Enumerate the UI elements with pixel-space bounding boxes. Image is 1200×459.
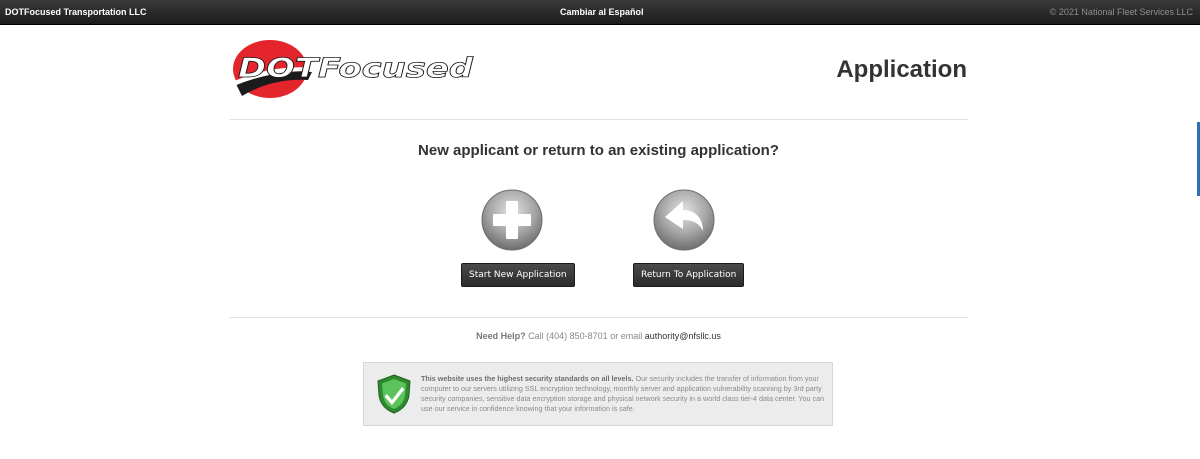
content-divider bbox=[229, 317, 968, 318]
language-toggle-link[interactable]: Cambiar al Español bbox=[560, 0, 644, 24]
help-contact-text: Call (404) 850-8701 or email bbox=[528, 331, 643, 341]
plus-circle-icon[interactable] bbox=[481, 189, 543, 251]
dotfocused-logo: DOTFocused bbox=[232, 40, 474, 98]
page-title: Application bbox=[836, 56, 967, 83]
security-notice: This website uses the highest security s… bbox=[363, 362, 833, 426]
applicant-question: New applicant or return to an existing a… bbox=[418, 142, 779, 159]
header-divider bbox=[229, 119, 968, 120]
return-arrow-icon[interactable] bbox=[653, 189, 715, 251]
help-line: Need Help? Call (404) 850-8701 or email … bbox=[229, 331, 968, 341]
security-heading: This website uses the highest security s… bbox=[421, 374, 634, 383]
help-label: Need Help? bbox=[476, 331, 526, 341]
return-to-application-button[interactable]: Return To Application bbox=[633, 263, 745, 287]
security-shield-icon bbox=[377, 374, 411, 414]
logo-dot-text: DOTFocused bbox=[238, 53, 474, 84]
top-bar: DOTFocused Transportation LLC Cambiar al… bbox=[0, 0, 1200, 25]
company-name: DOTFocused Transportation LLC bbox=[5, 7, 147, 17]
help-email-link[interactable]: authority@nfsllc.us bbox=[645, 331, 721, 341]
copyright-text: © 2021 National Fleet Services LLC bbox=[1049, 7, 1193, 17]
security-text: This website uses the highest security s… bbox=[421, 374, 826, 414]
start-new-application-button[interactable]: Start New Application bbox=[461, 263, 575, 287]
